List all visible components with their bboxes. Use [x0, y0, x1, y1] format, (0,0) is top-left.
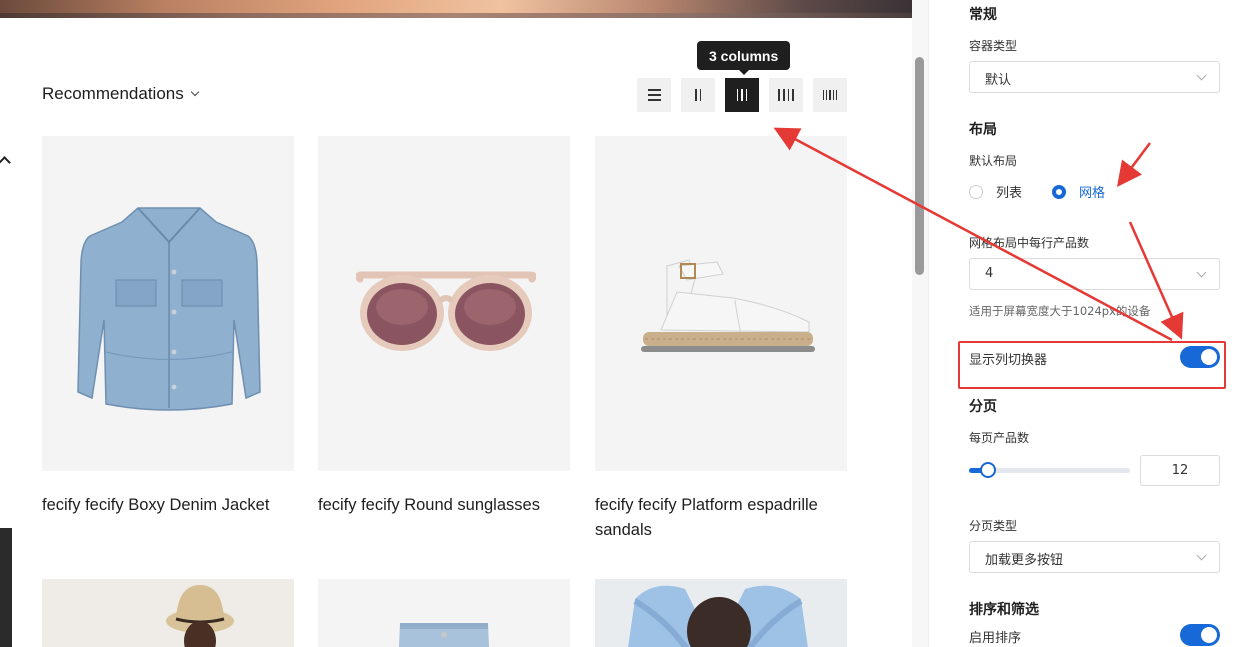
sweater-model-image: [628, 585, 808, 647]
container-type-value: 默认: [985, 73, 1012, 88]
product-image[interactable]: [42, 136, 294, 471]
four-columns-button[interactable]: [769, 78, 803, 112]
storefront-preview: Recommendations 3 columns fecify fecify …: [0, 0, 912, 647]
product-title[interactable]: fecify fecify Boxy Denim Jacket: [42, 493, 294, 518]
product-card[interactable]: [318, 579, 570, 647]
preview-scrollbar-thumb[interactable]: [915, 57, 924, 275]
section-title-pagination: 分页: [969, 399, 997, 415]
section-title-sort-filter: 排序和筛选: [969, 602, 1039, 618]
list-view-button[interactable]: [637, 78, 671, 112]
product-title[interactable]: fecify fecify Platform espadrille sandal…: [595, 493, 847, 543]
chevron-down-icon: [1196, 267, 1207, 278]
chevron-up-icon[interactable]: [0, 154, 12, 168]
pagination-type-value: 加载更多按钮: [985, 553, 1064, 568]
chevron-down-icon: [190, 87, 199, 97]
container-type-label: 容器类型: [969, 39, 1018, 53]
radio-grid-label: 网格: [1079, 186, 1106, 201]
enable-sort-setting: 启用排序: [969, 624, 1220, 647]
products-per-page-label: 每页产品数: [969, 431, 1030, 445]
container-type-select[interactable]: 默认: [969, 61, 1220, 93]
three-columns-button[interactable]: [725, 78, 759, 112]
side-tab[interactable]: [0, 528, 12, 647]
sunglasses-image: [356, 271, 536, 351]
sort-dropdown[interactable]: Recommendations: [42, 82, 199, 106]
products-per-row-label: 网格布局中每行产品数: [969, 236, 1090, 250]
product-card[interactable]: [595, 579, 847, 647]
hero-banner-image: [0, 0, 912, 18]
radio-list-label: 列表: [996, 186, 1023, 201]
radio-circle: [1052, 184, 1067, 199]
product-image[interactable]: [318, 136, 570, 471]
products-per-row-select[interactable]: 4: [969, 258, 1220, 290]
product-title[interactable]: fecify fecify Round sunglasses: [318, 493, 570, 518]
default-layout-radio-group: 列表 网格: [969, 182, 1135, 201]
pagination-type-select[interactable]: 加载更多按钮: [969, 541, 1220, 573]
two-columns-button[interactable]: [681, 78, 715, 112]
enable-sort-toggle[interactable]: [1180, 624, 1220, 646]
five-columns-button[interactable]: [813, 78, 847, 112]
product-card[interactable]: fecify fecify Boxy Denim Jacket: [42, 136, 294, 518]
product-card[interactable]: fecify fecify Platform espadrille sandal…: [595, 136, 847, 543]
product-image[interactable]: [318, 579, 570, 647]
products-per-row-hint: 适用于屏幕宽度大于1024px的设备: [969, 304, 1151, 318]
sort-dropdown-label: Recommendations: [42, 84, 184, 103]
pagination-type-label: 分页类型: [969, 519, 1018, 533]
products-per-page-slider[interactable]: [969, 462, 1130, 478]
product-image[interactable]: [42, 579, 294, 647]
chevron-down-icon: [1196, 70, 1207, 81]
product-image[interactable]: [595, 136, 847, 471]
column-tooltip: 3 columns: [697, 41, 791, 75]
list-icon: [647, 89, 661, 101]
products-per-row-value: 4: [985, 266, 994, 281]
radio-list[interactable]: 列表: [969, 182, 1022, 201]
column-switcher: [637, 78, 847, 112]
settings-panel: 常规 容器类型 默认 布局 默认布局 列表 网格 网格布局中每行产品数 4 适用…: [928, 0, 1235, 647]
sandal-image: [641, 259, 815, 352]
product-card[interactable]: fecify fecify Round sunglasses: [318, 136, 570, 518]
enable-sort-label: 启用排序: [969, 631, 1022, 646]
radio-grid[interactable]: 网格: [1052, 182, 1105, 201]
slider-handle[interactable]: [980, 462, 997, 478]
default-layout-label: 默认布局: [969, 154, 1018, 168]
denim-jacket-image: [77, 207, 261, 411]
product-card[interactable]: [42, 579, 294, 647]
hat-model-image: [166, 585, 234, 647]
chevron-down-icon: [1196, 550, 1207, 561]
annotation-highlight-box: [958, 341, 1226, 389]
section-title-layout: 布局: [969, 122, 997, 138]
radio-circle: [969, 184, 983, 199]
products-per-page-input[interactable]: 12: [1140, 455, 1220, 486]
jeans-image: [398, 623, 490, 647]
section-title-general: 常规: [969, 7, 997, 23]
product-image[interactable]: [595, 579, 847, 647]
